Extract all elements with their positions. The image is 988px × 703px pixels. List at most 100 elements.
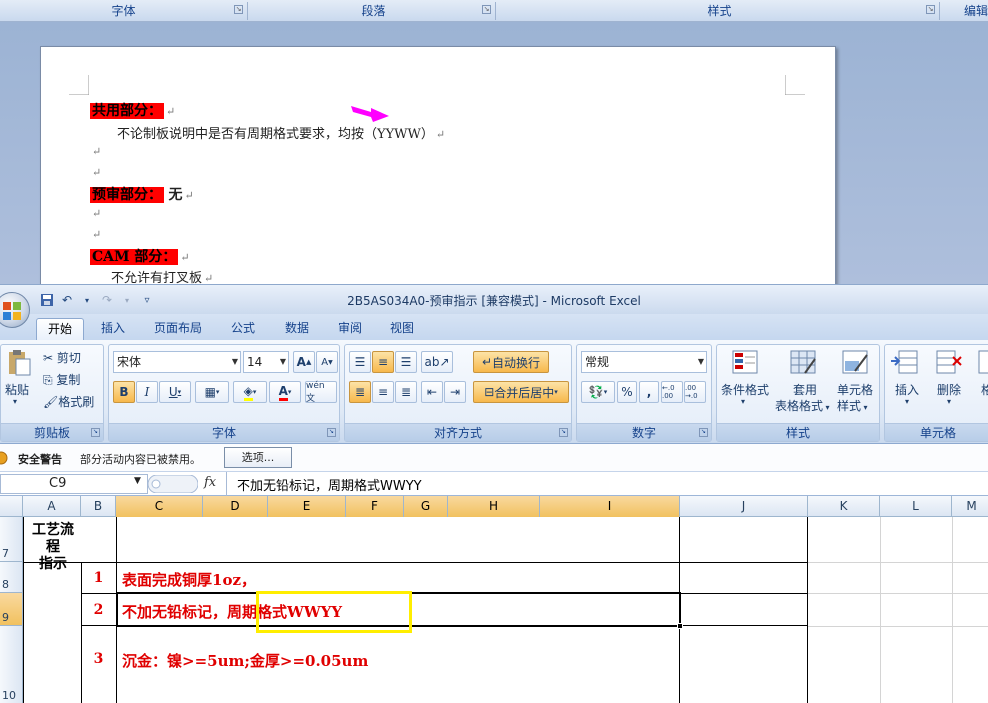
percent-button[interactable]: % bbox=[617, 381, 637, 403]
word-group-font[interactable]: 字体 ↘ bbox=[0, 2, 248, 20]
tab-view[interactable]: 视图 bbox=[379, 318, 425, 340]
word-group-paragraph[interactable]: 段落 ↘ bbox=[252, 2, 496, 20]
word-group-styles[interactable]: 样式 ↘ bbox=[500, 2, 940, 20]
grow-font-button[interactable]: A ▲ bbox=[293, 351, 315, 373]
tab-formulas[interactable]: 公式 bbox=[220, 318, 266, 340]
align-center-button[interactable]: ≡ bbox=[372, 381, 394, 403]
fill-handle[interactable] bbox=[677, 623, 683, 629]
dialog-launcher-icon[interactable]: ↘ bbox=[482, 5, 491, 14]
tab-home[interactable]: 开始 bbox=[36, 318, 84, 340]
wrap-text-button[interactable]: ↵ 自动换行 bbox=[473, 351, 549, 373]
align-bottom-button[interactable]: ☰ bbox=[395, 351, 417, 373]
col-header-j[interactable]: J bbox=[680, 496, 808, 517]
comma-button[interactable]: , bbox=[639, 381, 659, 403]
paste-button[interactable]: 粘贴 bbox=[5, 381, 29, 398]
tab-insert[interactable]: 插入 bbox=[90, 318, 136, 340]
chevron-down-icon[interactable]: ▾ bbox=[947, 397, 951, 406]
shrink-font-button[interactable]: A ▼ bbox=[316, 351, 338, 373]
decrease-decimal-button[interactable]: .00 →.0 bbox=[684, 381, 706, 403]
name-box[interactable]: C9 bbox=[0, 474, 148, 494]
row-header-8[interactable]: 8 bbox=[0, 562, 23, 593]
font-color-icon: A bbox=[278, 384, 288, 401]
dialog-launcher-icon[interactable]: ↘ bbox=[234, 5, 243, 14]
col-header-d[interactable]: D bbox=[203, 496, 268, 517]
chevron-down-icon[interactable]: ▼ bbox=[134, 476, 141, 486]
word-group-editing[interactable]: 编辑 bbox=[944, 2, 988, 20]
select-all-corner[interactable] bbox=[0, 496, 23, 517]
dialog-launcher-icon[interactable]: ↘ bbox=[91, 428, 100, 437]
worksheet-grid[interactable]: A B C D E F G H I J K L M 7 8 9 10 工艺流程 … bbox=[0, 496, 988, 703]
col-header-i[interactable]: I bbox=[540, 496, 680, 517]
dialog-launcher-icon[interactable]: ↘ bbox=[699, 428, 708, 437]
orientation-button[interactable]: ab↗ bbox=[421, 351, 453, 373]
cut-button[interactable]: ✂ 剪切 bbox=[43, 349, 81, 366]
cell-c9-text-a: 不加无铅标记， bbox=[122, 603, 228, 621]
merge-center-button[interactable]: ⊟ 合并后居中 ▾ bbox=[473, 381, 569, 403]
chevron-down-icon[interactable]: ▾ bbox=[741, 397, 745, 406]
borders-button[interactable]: ▦ ▾ bbox=[195, 381, 229, 403]
row-header-9[interactable]: 9 bbox=[0, 593, 23, 626]
format-painter-button[interactable]: 🖌格式刷 bbox=[43, 393, 94, 410]
bold-button[interactable]: B bbox=[113, 381, 135, 403]
tab-review[interactable]: 审阅 bbox=[327, 318, 373, 340]
insert-function-icon[interactable]: fx bbox=[204, 475, 216, 490]
col-header-f[interactable]: F bbox=[346, 496, 404, 517]
chevron-down-icon[interactable]: ▾ bbox=[13, 397, 17, 406]
cell-styles-label-1[interactable]: 单元格 bbox=[837, 381, 873, 398]
cell-a7[interactable]: 工艺流程 指示 bbox=[30, 522, 76, 573]
cell-b10[interactable]: 3 bbox=[81, 651, 116, 667]
col-header-h[interactable]: H bbox=[448, 496, 540, 517]
align-top-button[interactable]: ☰ bbox=[349, 351, 371, 373]
cell-c10[interactable]: 沉金：镍>=5um;金厚>=0.05um bbox=[122, 650, 368, 671]
number-format-select[interactable]: 常规 ▼ bbox=[581, 351, 707, 373]
row-header-7[interactable]: 7 bbox=[0, 517, 23, 562]
align-left-button[interactable]: ≣ bbox=[349, 381, 371, 403]
delete-cells-button[interactable]: 删除 bbox=[937, 381, 961, 398]
tab-page-layout[interactable]: 页面布局 bbox=[146, 318, 210, 340]
cell-styles-button[interactable]: 样式 ▾ bbox=[837, 397, 868, 414]
table-format-label-1[interactable]: 套用 bbox=[793, 381, 817, 398]
insert-cells-button[interactable]: 插入 bbox=[895, 381, 919, 398]
font-name-select[interactable]: 宋体 ▼ bbox=[113, 351, 241, 373]
currency-button[interactable]: 💱 ▾ bbox=[581, 381, 615, 403]
font-color-button[interactable]: A ▾ bbox=[269, 381, 301, 403]
phonetic-button[interactable]: wén 文 bbox=[305, 381, 337, 404]
col-header-c[interactable]: C bbox=[116, 496, 203, 517]
dialog-launcher-icon[interactable]: ↘ bbox=[559, 428, 568, 437]
row-header-10[interactable]: 10 bbox=[0, 626, 23, 703]
font-size-select[interactable]: 14 ▼ bbox=[243, 351, 289, 373]
cell-c8[interactable]: 表面完成铜厚1oz， bbox=[122, 569, 256, 590]
col-header-k[interactable]: K bbox=[808, 496, 880, 517]
align-right-button[interactable]: ≣ bbox=[395, 381, 417, 403]
table-format-button[interactable]: 表格格式 ▾ bbox=[775, 397, 830, 414]
copy-button[interactable]: ⎘ 复制 bbox=[43, 371, 80, 388]
align-middle-button[interactable]: ≡ bbox=[372, 351, 394, 373]
cell-styles-icon bbox=[842, 350, 868, 374]
formula-input[interactable]: 不加无铅标记，周期格式WWYY bbox=[237, 475, 422, 494]
word-page[interactable]: 共用部分： ↵ 不论制板说明中是否有周期格式要求，均按（YYWW） ↵ ↵ ↵ 预审… bbox=[40, 46, 836, 286]
col-header-a[interactable]: A bbox=[23, 496, 81, 517]
underline-button[interactable]: U ▾ bbox=[159, 381, 191, 403]
increase-decimal-button[interactable]: ←.0 .00 bbox=[661, 381, 683, 403]
dialog-launcher-icon[interactable]: ↘ bbox=[327, 428, 336, 437]
col-header-m[interactable]: M bbox=[952, 496, 988, 517]
gridline bbox=[880, 517, 881, 703]
decrease-indent-button[interactable]: ⇤ bbox=[421, 381, 443, 403]
options-button[interactable]: 选项... bbox=[224, 447, 292, 468]
increase-indent-button[interactable]: ⇥ bbox=[444, 381, 466, 403]
title-bar[interactable]: ↶ ▾ ↷ ▾ ▿ 2B5AS034A0-预审指示 [兼容模式] - Micro… bbox=[0, 284, 988, 314]
col-header-b[interactable]: B bbox=[81, 496, 116, 517]
col-header-e[interactable]: E bbox=[268, 496, 346, 517]
fill-color-button[interactable]: ◈ ▾ bbox=[233, 381, 267, 403]
chevron-down-icon[interactable]: ▾ bbox=[905, 397, 909, 406]
col-header-g[interactable]: G bbox=[404, 496, 448, 517]
format-cells-button[interactable]: 格 bbox=[981, 381, 988, 398]
conditional-format-button[interactable]: 条件格式 bbox=[721, 381, 769, 398]
cell-b8[interactable]: 1 bbox=[81, 570, 116, 586]
col-header-l[interactable]: L bbox=[880, 496, 952, 517]
dialog-launcher-icon[interactable]: ↘ bbox=[926, 5, 935, 14]
italic-button[interactable]: I bbox=[136, 381, 158, 403]
cell-b9[interactable]: 2 bbox=[81, 602, 116, 618]
tab-data[interactable]: 数据 bbox=[274, 318, 320, 340]
copy-label: 复制 bbox=[56, 373, 81, 387]
